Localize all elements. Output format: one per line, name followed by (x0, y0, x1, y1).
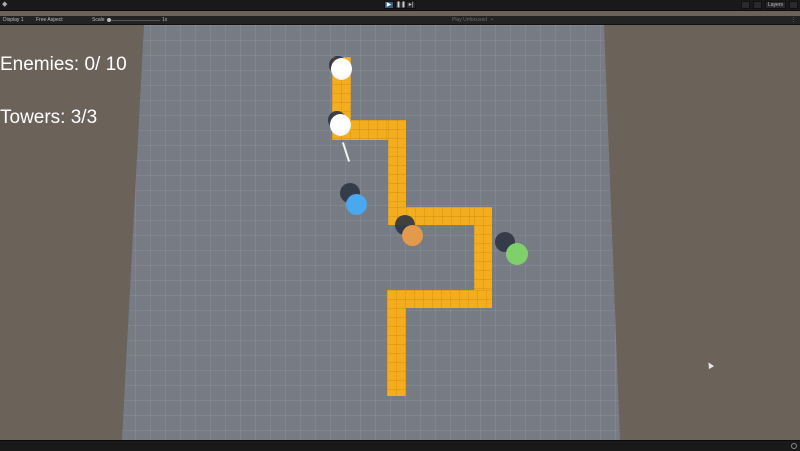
enemy (331, 58, 352, 80)
scale-value: 1x (162, 17, 168, 23)
scale-label: Scale (92, 17, 105, 23)
status-bar (0, 440, 800, 451)
tower-green[interactable] (506, 243, 528, 265)
tower-orange[interactable] (402, 225, 423, 246)
scale-slider[interactable] (108, 19, 160, 21)
display-dropdown[interactable]: Display 1 (3, 16, 24, 24)
enemies-counter: Enemies: 0/ 10 (0, 54, 127, 75)
layers-dropdown[interactable]: Layers (764, 1, 786, 9)
pause-button[interactable]: ❚❚ (395, 1, 406, 9)
play-button[interactable]: ▶ (384, 1, 394, 9)
towers-counter: Towers: 3/3 (0, 107, 98, 128)
game-view-menu-icon[interactable]: ⋮ (791, 16, 796, 24)
tower-blue[interactable] (346, 194, 367, 215)
step-button[interactable]: ▸| (406, 1, 416, 9)
history-icon[interactable] (740, 1, 750, 9)
mute-audio-icon[interactable]: ▪ (491, 16, 493, 24)
aspect-dropdown[interactable]: Free Aspect (36, 16, 63, 24)
console-status-icon[interactable] (791, 443, 797, 449)
search-icon[interactable] (752, 1, 762, 9)
mouse-cursor-icon (705, 360, 715, 370)
game-viewport[interactable]: Enemies: 0/ 10 Towers: 3/3 (0, 25, 800, 440)
scale-slider-handle[interactable] (107, 17, 111, 22)
unity-logo-icon[interactable]: ◆ (2, 1, 8, 8)
layout-dropdown[interactable] (789, 1, 798, 9)
path-segment (387, 290, 406, 396)
game-view-toolbar: Display 1 Free Aspect Scale 1x Play Unfo… (0, 16, 800, 25)
playback-controls: ▶ ❚❚ ▸| (384, 1, 416, 9)
toolbar-right: Layers (740, 1, 798, 9)
enemy (330, 114, 351, 136)
play-mode-dropdown[interactable]: Play Unfocused (452, 16, 487, 24)
editor-toolbar: ◆ ▶ ❚❚ ▸| Layers (0, 0, 800, 11)
